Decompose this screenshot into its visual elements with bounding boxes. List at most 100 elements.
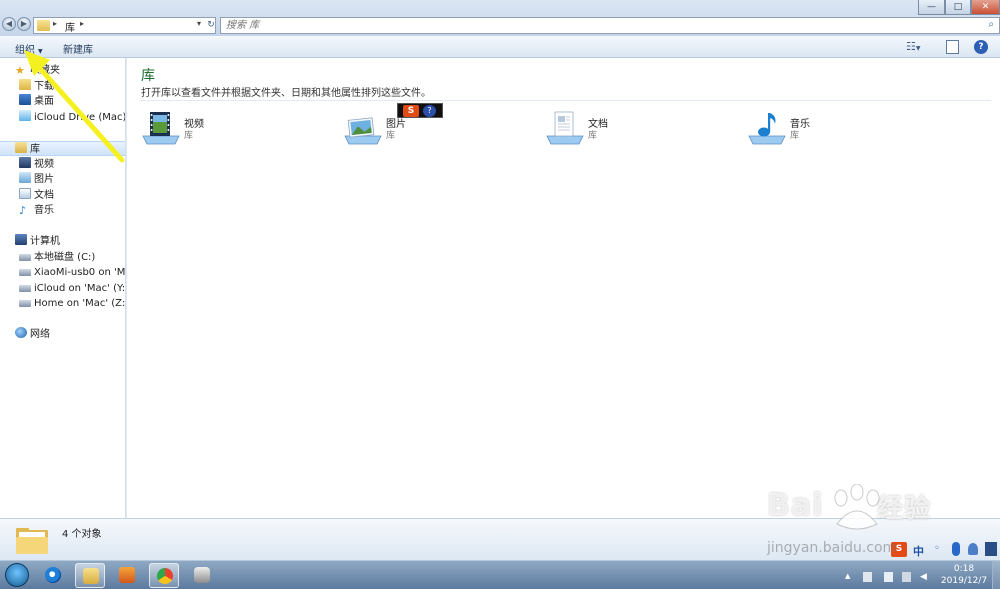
nav-label: 计算机 (30, 236, 60, 247)
nav-label: 音乐 (34, 205, 54, 216)
nav-item-desktop[interactable]: 桌面 (19, 94, 54, 109)
sogou-icon[interactable]: S (403, 105, 419, 117)
divider (141, 100, 991, 101)
taskbar-browser[interactable] (149, 563, 179, 588)
new-library-button[interactable]: 新建库 (63, 41, 93, 56)
nav-item-music[interactable]: ♪ 音乐 (19, 203, 54, 218)
minimize-button[interactable]: — (918, 0, 945, 15)
camera-icon (194, 567, 210, 583)
library-type: 库 (588, 131, 598, 141)
address-bar[interactable]: ▸ 库 ▸ ▾ (33, 17, 216, 34)
library-item-videos[interactable]: 视频 库 (141, 110, 341, 150)
item-count: 4 个对象 (62, 529, 102, 540)
view-options-icon[interactable]: ☷▼ (906, 40, 921, 54)
nav-libraries[interactable]: 库 (0, 141, 125, 156)
library-type: 库 (184, 131, 194, 141)
nav-label: 视频 (34, 159, 54, 170)
icloud-drive-icon (19, 110, 31, 121)
preview-pane-icon[interactable] (946, 40, 959, 54)
hard-drive-icon (19, 254, 31, 261)
taskbar: ▲ ◀ 0:18 2019/12/7 (0, 560, 1000, 589)
library-folder-icon (16, 528, 48, 554)
tray-expand-icon[interactable]: ▲ (845, 572, 854, 582)
nav-network[interactable]: 网络 (15, 327, 50, 342)
library-item-documents[interactable]: 文档 库 (545, 110, 745, 150)
maximize-button[interactable]: □ (945, 0, 971, 15)
nav-label: 网络 (30, 329, 50, 340)
network-globe-icon (15, 327, 27, 338)
library-item-music[interactable]: 音乐 库 (747, 110, 947, 150)
back-button[interactable]: ◀ (2, 17, 16, 31)
organize-button[interactable]: 组织 ▼ (15, 41, 43, 56)
nav-item-documents[interactable]: 文档 (19, 188, 54, 203)
music-library-icon (748, 113, 786, 145)
document-icon (19, 188, 31, 199)
nav-label: 下载 (34, 81, 54, 92)
breadcrumb-separator-icon[interactable]: ▸ (53, 19, 57, 28)
forward-button[interactable]: ▶ (17, 17, 31, 31)
refresh-icon[interactable]: ↻ (204, 17, 218, 34)
video-library-icon (142, 112, 180, 145)
internet-explorer-icon (45, 567, 61, 583)
nav-computer[interactable]: 计算机 (15, 234, 60, 249)
picture-library-icon (344, 117, 382, 145)
taskbar-file-explorer[interactable] (75, 563, 105, 588)
search-box[interactable]: ⌕ (220, 17, 1000, 34)
nav-item-videos[interactable]: 视频 (19, 157, 54, 172)
system-clock[interactable]: 0:18 2019/12/7 (938, 563, 990, 587)
nav-label: 库 (30, 144, 40, 155)
nav-item-icloud-drive[interactable]: iCloud Drive (Mac) (19, 110, 126, 125)
file-explorer-icon (83, 568, 99, 584)
library-folder-icon (37, 20, 50, 31)
taskbar-internet-explorer[interactable] (38, 563, 68, 588)
network-drive-icon (19, 300, 31, 307)
nav-label: Home on 'Mac' (Z:) (34, 298, 126, 309)
chevron-down-icon: ▼ (38, 48, 43, 55)
nav-item-icloud-mac[interactable]: iCloud on 'Mac' (Y:) (19, 281, 125, 296)
breadcrumb-chevron-icon[interactable]: ▸ (80, 19, 84, 28)
library-item-pictures[interactable]: 图片 库 (343, 110, 543, 150)
taskbar-camera[interactable] (187, 563, 217, 588)
clock-date: 2019/12/7 (940, 576, 988, 586)
network-drive-icon (19, 285, 31, 292)
nav-label: 本地磁盘 (C:) (34, 252, 96, 263)
video-icon (19, 157, 31, 168)
media-player-icon (119, 567, 135, 583)
nav-label: iCloud Drive (Mac) (34, 112, 126, 123)
nav-label: 文档 (34, 190, 54, 201)
nav-item-xiaomi-usb[interactable]: XiaoMi-usb0 on 'Ma (19, 265, 126, 280)
clock-time: 0:18 (953, 564, 975, 574)
nav-item-home-mac[interactable]: Home on 'Mac' (Z:) (19, 296, 126, 311)
taskbar-media-player[interactable] (112, 563, 142, 588)
breadcrumb-library[interactable]: 库 (65, 19, 75, 34)
nav-label: XiaoMi-usb0 on 'Ma (34, 267, 126, 278)
help-icon[interactable]: ? (974, 40, 988, 54)
content-area: 库 打开库以查看文件并根据文件夹、日期和其他属性排列这些文件。 视频 库 图片 … (127, 58, 1000, 518)
nav-favorites[interactable]: ★ 收藏夹 (15, 63, 60, 78)
tray-battery-icon[interactable] (884, 572, 893, 582)
help-icon[interactable]: ? (423, 105, 436, 117)
tray-volume-icon[interactable]: ◀ (920, 572, 929, 582)
page-title: 库 (141, 68, 155, 84)
picture-icon (19, 172, 31, 183)
page-description: 打开库以查看文件并根据文件夹、日期和其他属性排列这些文件。 (141, 88, 431, 99)
tray-action-center-icon[interactable] (863, 572, 872, 582)
nav-label: 图片 (34, 174, 54, 185)
show-desktop-button[interactable] (992, 561, 1000, 589)
command-bar: 组织 ▼ 新建库 ☷▼ ? (0, 36, 1000, 58)
watermark-text: Bai (767, 488, 824, 523)
document-library-icon (546, 111, 584, 145)
nav-item-local-disk[interactable]: 本地磁盘 (C:) (19, 250, 95, 265)
close-button[interactable]: ✕ (971, 0, 1000, 15)
search-input[interactable] (221, 18, 961, 33)
nav-item-pictures[interactable]: 图片 (19, 172, 54, 187)
nav-item-downloads[interactable]: 下载 (19, 79, 54, 94)
search-icon[interactable]: ⌕ (988, 19, 994, 30)
watermark-text-2: 经验 (877, 494, 932, 524)
star-icon: ★ (15, 64, 25, 77)
tray-network-icon[interactable] (902, 572, 911, 582)
address-dropdown-icon[interactable]: ▾ (197, 19, 201, 28)
start-button[interactable] (5, 563, 29, 587)
libraries-icon (15, 142, 27, 153)
baidu-watermark: Bai 经验 jingyan.baidu.com (765, 484, 995, 556)
